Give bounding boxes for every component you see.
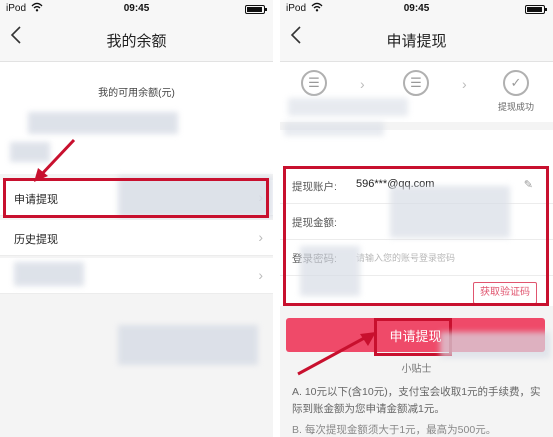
blurred-region — [288, 98, 408, 116]
status-bar: iPod 09:45 — [280, 0, 553, 18]
chevron-right-icon: › — [258, 267, 263, 283]
balance-card: 我的可用余额(元) — [0, 62, 273, 174]
blurred-region — [10, 142, 50, 162]
status-bar: iPod 09:45 — [0, 0, 273, 18]
menu-item-label: 历史提现 — [14, 234, 58, 246]
tip-a: A. 10元以下(含10元)，支付宝会收取1元的手续费，实际到账金额为您申请金额… — [292, 386, 541, 415]
status-time: 09:45 — [403, 3, 430, 14]
blurred-region — [440, 332, 550, 358]
balance-label: 我的可用余额(元) — [98, 88, 175, 99]
step-label: 提现成功 — [497, 102, 534, 112]
progress-steps: ☰ › ☰ › ✓ 提现成功 — [280, 62, 553, 122]
battery-icon — [245, 5, 267, 14]
chevron-right-icon: › — [360, 76, 365, 92]
step-apply: ☰ — [286, 70, 342, 100]
screen-divider — [273, 0, 280, 437]
document-icon: ☰ — [301, 70, 327, 96]
highlight-box — [283, 166, 549, 306]
blurred-balance-amount — [28, 112, 178, 134]
tip-b: B. 每次提现金额须大于1元，最高为500元。 — [292, 424, 497, 436]
left-phone-screen: iPod 09:45 我的余额 我的可用余额(元) 申请提现 › 历史提现 › … — [0, 0, 273, 437]
status-time: 09:45 — [123, 3, 150, 14]
document-icon: ☰ — [403, 70, 429, 96]
check-circle-icon: ✓ — [503, 70, 529, 96]
tips-title: 小贴士 — [401, 364, 432, 375]
nav-bar: 申请提现 — [280, 18, 553, 62]
battery-icon — [525, 5, 547, 14]
menu-item-history[interactable]: 历史提现 › — [0, 220, 273, 256]
blurred-region — [118, 325, 258, 365]
step-success: ✓ 提现成功 — [488, 70, 544, 113]
step-review: ☰ — [388, 70, 444, 100]
blurred-region — [14, 262, 84, 286]
chevron-right-icon: › — [462, 76, 467, 92]
highlight-box — [3, 178, 269, 218]
nav-bar: 我的余额 — [0, 18, 273, 62]
page-title: 我的余额 — [106, 33, 167, 50]
chevron-right-icon: › — [258, 229, 263, 245]
blurred-region — [284, 122, 384, 136]
page-title: 申请提现 — [386, 33, 447, 50]
right-phone-screen: iPod 09:45 申请提现 ☰ › ☰ › ✓ 提现成功 提现账户: 596… — [280, 0, 553, 437]
